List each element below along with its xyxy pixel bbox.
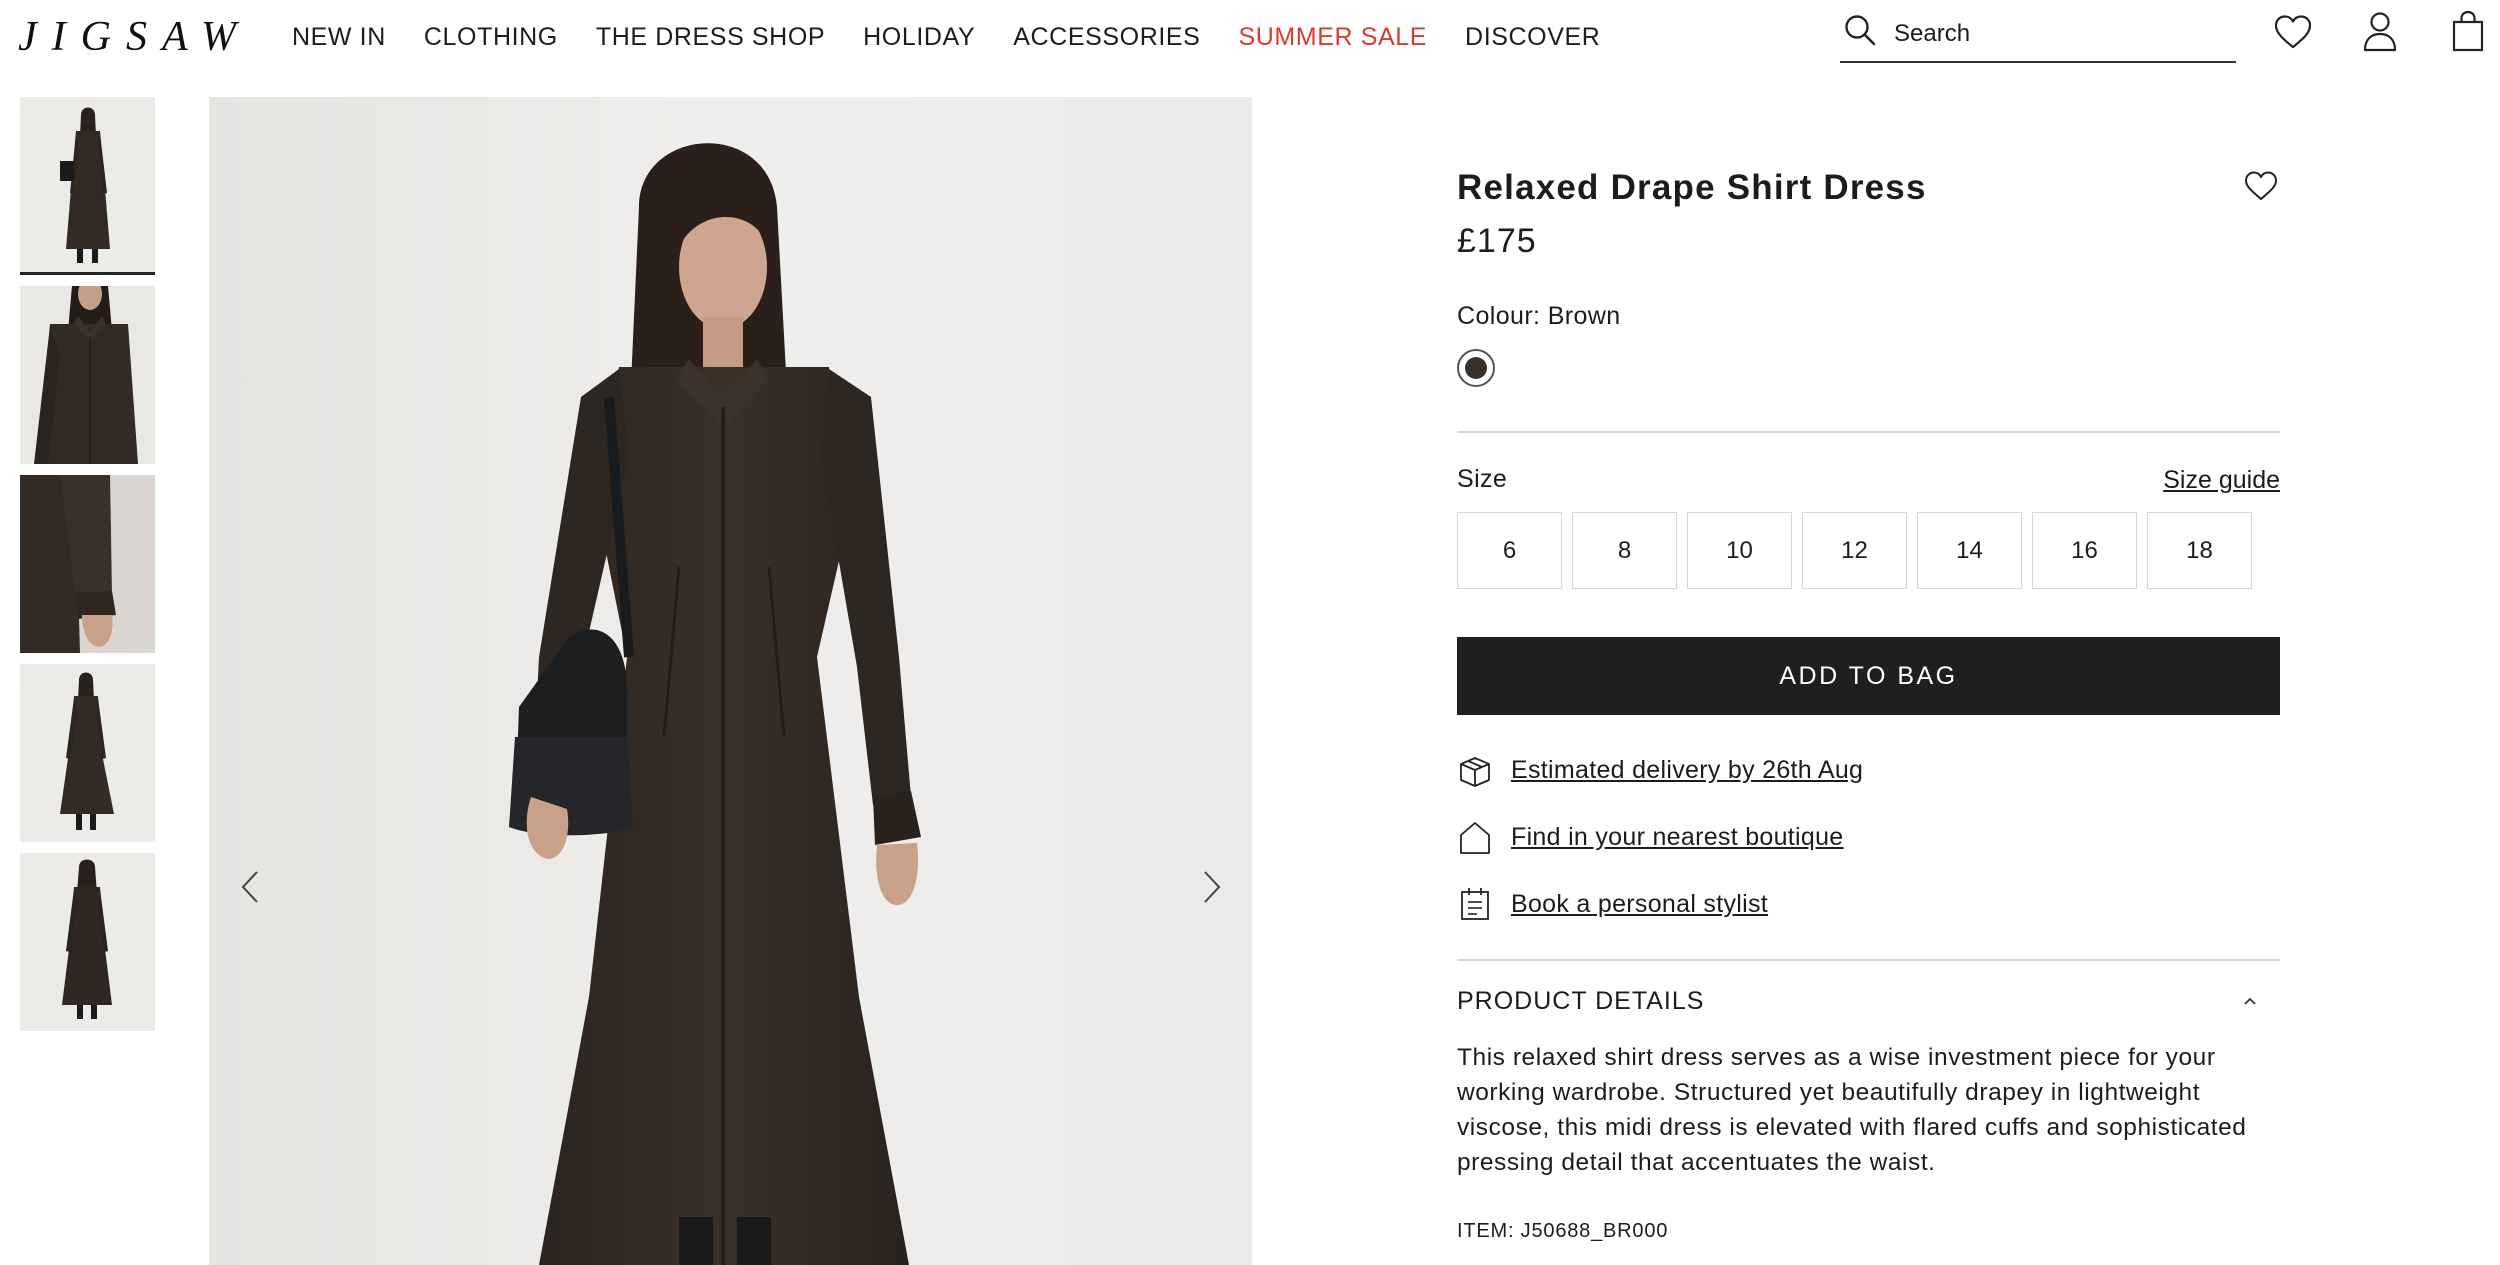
thumbnail-2[interactable]: [20, 286, 155, 464]
nav-item-holiday[interactable]: HOLIDAY: [863, 22, 975, 52]
delivery-box-icon: [1460, 757, 1490, 787]
colour-label: Colour: Brown: [1457, 302, 1621, 330]
find-boutique-link[interactable]: Find in your nearest boutique: [1511, 823, 1844, 852]
size-option-10[interactable]: 10: [1687, 512, 1792, 589]
main-nav: NEW IN CLOTHING THE DRESS SHOP HOLIDAY A…: [292, 22, 1600, 52]
estimated-delivery-link[interactable]: Estimated delivery by 26th Aug: [1511, 756, 1863, 785]
add-to-bag-button[interactable]: ADD TO BAG: [1457, 637, 2280, 715]
size-option-6[interactable]: 6: [1457, 512, 1562, 589]
size-guide-link[interactable]: Size guide: [2163, 466, 2280, 495]
swatch-fill: [1465, 357, 1487, 379]
store-icon: [1460, 822, 1490, 854]
size-selector: 6 8 10 12 14 16 18: [1457, 512, 2252, 589]
colour-swatch-brown[interactable]: [1457, 349, 1495, 387]
thumbnail-4[interactable]: [20, 664, 155, 842]
nav-item-accessories[interactable]: ACCESSORIES: [1013, 22, 1200, 52]
thumbnail-image: [20, 853, 155, 1031]
chevron-up-icon: [2244, 997, 2256, 1005]
bag-icon[interactable]: [2448, 10, 2488, 52]
account-icon[interactable]: [2360, 10, 2400, 52]
main-product-image[interactable]: [209, 97, 1252, 1265]
size-option-14[interactable]: 14: [1917, 512, 2022, 589]
thumbnail-image: [20, 286, 155, 464]
book-stylist-link[interactable]: Book a personal stylist: [1511, 890, 1768, 919]
chevron-right-icon[interactable]: [1191, 862, 1231, 912]
boutique-row: Find in your nearest boutique: [1457, 817, 1844, 857]
thumbnail-3[interactable]: [20, 475, 155, 653]
product-description: This relaxed shirt dress serves as a wis…: [1457, 1044, 2247, 1176]
thumbnail-image: [20, 97, 155, 275]
size-option-16[interactable]: 16: [2032, 512, 2137, 589]
delivery-row: Estimated delivery by 26th Aug: [1457, 750, 1863, 790]
chevron-left-icon[interactable]: [231, 862, 271, 912]
product-panel: Relaxed Drape Shirt Dress £175 Colour: B…: [1457, 0, 2280, 1265]
thumbnail-image: [20, 475, 155, 653]
product-price: £175: [1457, 222, 1537, 260]
nav-item-dress-shop[interactable]: THE DRESS SHOP: [596, 22, 825, 52]
thumbnail-image: [20, 664, 155, 842]
product-details-title: PRODUCT DETAILS: [1457, 987, 1705, 1015]
divider: [1457, 959, 2280, 961]
product-details-toggle[interactable]: PRODUCT DETAILS: [1457, 985, 2280, 1019]
thumbnail-1[interactable]: [20, 97, 155, 275]
wishlist-heart-icon[interactable]: [2244, 170, 2278, 202]
size-option-8[interactable]: 8: [1572, 512, 1677, 589]
size-option-18[interactable]: 18: [2147, 512, 2252, 589]
nav-item-new-in[interactable]: NEW IN: [292, 22, 386, 52]
size-label: Size: [1457, 465, 1508, 493]
stylist-row: Book a personal stylist: [1457, 884, 1768, 924]
thumbnail-5[interactable]: [20, 853, 155, 1031]
size-option-12[interactable]: 12: [1802, 512, 1907, 589]
item-code: ITEM: J50688_BR000: [1457, 1220, 1669, 1242]
nav-item-clothing[interactable]: CLOTHING: [424, 22, 558, 52]
calendar-icon: [1461, 888, 1489, 920]
nav-item-summer-sale[interactable]: SUMMER SALE: [1238, 22, 1427, 52]
model-photo: [209, 97, 1252, 1265]
product-title: Relaxed Drape Shirt Dress: [1457, 168, 1927, 207]
divider: [1457, 431, 2280, 433]
jigsaw-logo[interactable]: JIGSAW: [18, 12, 251, 62]
